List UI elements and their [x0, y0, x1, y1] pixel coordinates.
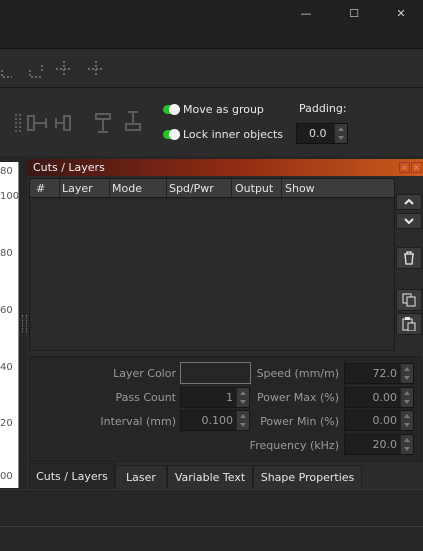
layer-properties: Layer Color Pass Count 1 Interval (mm) 0… [29, 356, 422, 462]
speed-input[interactable]: 72.0 [344, 363, 414, 384]
layer-color-label: Layer Color [113, 367, 176, 380]
power-max-input[interactable]: 0.00 [344, 387, 414, 408]
toolbar-top [0, 49, 423, 88]
column-spd-pwr[interactable]: Spd/Pwr [169, 182, 214, 195]
frequency-input[interactable]: 20.0 [344, 434, 414, 455]
toolbar-icons [1, 61, 104, 78]
cuts-layers-panel: Cuts / Layers × × # Layer Mode Spd/Pwr O… [27, 159, 423, 489]
distribute-icons [15, 111, 141, 133]
speed-stepper[interactable] [400, 364, 413, 383]
distribute-v-bottom-icon [125, 123, 141, 131]
ruler-tick: 20 [0, 418, 13, 429]
power-min-value: 0.00 [372, 414, 398, 427]
lock-inner-objects-toggle[interactable] [163, 129, 180, 140]
minimize-button[interactable]: — [283, 0, 329, 26]
paste-layer-button[interactable] [396, 313, 422, 335]
bottom-area [0, 489, 423, 551]
chevron-down-icon[interactable] [338, 136, 344, 140]
maximize-icon: ☐ [349, 6, 359, 20]
tab-laser[interactable]: Laser [115, 465, 167, 488]
interval-input[interactable]: 0.100 [180, 410, 250, 431]
copy-layer-button[interactable] [396, 289, 422, 311]
column-mode[interactable]: Mode [112, 182, 142, 195]
layers-table-header: # Layer Mode Spd/Pwr Output Show [30, 179, 394, 198]
power-max-label: Power Max (%) [256, 391, 339, 404]
align-corner-icon [1, 70, 12, 78]
power-min-stepper[interactable] [400, 411, 413, 430]
padding-value: 0.0 [309, 127, 327, 140]
tab-variable-text-label: Variable Text [174, 470, 246, 484]
power-min-label: Power Min (%) [260, 415, 339, 428]
layers-table[interactable]: # Layer Mode Spd/Pwr Output Show [29, 178, 395, 351]
interval-label: Interval (mm) [100, 415, 176, 428]
column-layer[interactable]: Layer [62, 182, 93, 195]
interval-stepper[interactable] [236, 411, 249, 430]
column-output[interactable]: Output [235, 182, 273, 195]
tab-laser-label: Laser [126, 470, 156, 484]
paste-icon [402, 317, 416, 331]
tab-cuts-layers[interactable]: Cuts / Layers [29, 463, 115, 489]
title-bar: — ☐ ✕ [0, 0, 423, 49]
padding-input[interactable]: 0.0 [296, 123, 348, 144]
distribute-h-right-icon [63, 115, 71, 131]
ruler-tick: 100 [0, 191, 20, 202]
float-panel-icon[interactable]: × [399, 162, 410, 173]
column-show[interactable]: Show [285, 182, 315, 195]
close-icon: ✕ [396, 6, 406, 20]
speed-value: 72.0 [372, 367, 398, 380]
padding-label: Padding: [299, 102, 347, 115]
align-bottom-left-icon [29, 65, 43, 78]
padding-stepper[interactable] [334, 124, 347, 143]
delete-layer-button[interactable] [396, 247, 422, 269]
frequency-stepper[interactable] [400, 435, 413, 454]
power-max-stepper[interactable] [400, 388, 413, 407]
tab-variable-text[interactable]: Variable Text [167, 465, 253, 488]
power-max-value: 0.00 [372, 391, 398, 404]
toolbar-group-options: Move as group Lock inner objects Padding… [0, 88, 423, 156]
speed-label: Speed (mm/m) [256, 367, 339, 380]
trash-icon [404, 251, 414, 265]
ruler-tick: 00 [0, 471, 13, 482]
layer-color-swatch[interactable] [180, 362, 251, 384]
canvas-ruler[interactable]: 80 100 80 60 40 20 00 [0, 162, 19, 488]
pass-count-stepper[interactable] [236, 388, 249, 407]
close-button[interactable]: ✕ [378, 0, 423, 26]
divider [0, 526, 423, 527]
ruler-tick: 60 [0, 305, 13, 316]
copy-icon [402, 293, 416, 307]
grip-icon [15, 114, 21, 132]
pass-count-value: 1 [226, 391, 233, 404]
tab-shape-properties[interactable]: Shape Properties [253, 465, 362, 488]
chevron-up-icon[interactable] [338, 127, 344, 131]
ruler-tick: 80 [0, 166, 13, 177]
align-center-cross-icon [56, 61, 72, 77]
ruler-tick: 40 [0, 362, 13, 373]
distribute-v-top-icon [95, 113, 111, 120]
frequency-value: 20.0 [372, 438, 398, 451]
minimize-icon: — [300, 6, 312, 20]
move-layer-down-button[interactable] [396, 213, 422, 229]
panel-title: Cuts / Layers [33, 161, 105, 174]
panel-header: Cuts / Layers × × [27, 159, 423, 176]
move-as-group-label: Move as group [183, 103, 264, 116]
chevron-up-icon [404, 199, 414, 205]
tab-cuts-layers-label: Cuts / Layers [36, 470, 108, 483]
ruler-tick: 80 [0, 248, 13, 259]
tab-shape-properties-label: Shape Properties [260, 470, 355, 484]
distribute-h-left-icon [27, 115, 35, 131]
center-cross-icon [88, 61, 104, 77]
chevron-down-icon [404, 218, 414, 224]
lock-inner-objects-label: Lock inner objects [183, 128, 283, 141]
pass-count-label: Pass Count [115, 391, 176, 404]
power-min-input[interactable]: 0.00 [344, 410, 414, 431]
close-panel-icon[interactable]: × [411, 162, 422, 173]
interval-value: 0.100 [201, 414, 234, 427]
frequency-label: Frequency (kHz) [249, 439, 339, 452]
pass-count-input[interactable]: 1 [180, 387, 250, 408]
column-number[interactable]: # [36, 182, 45, 195]
maximize-button[interactable]: ☐ [331, 0, 377, 26]
move-as-group-toggle[interactable] [163, 104, 180, 115]
move-layer-up-button[interactable] [396, 194, 422, 210]
